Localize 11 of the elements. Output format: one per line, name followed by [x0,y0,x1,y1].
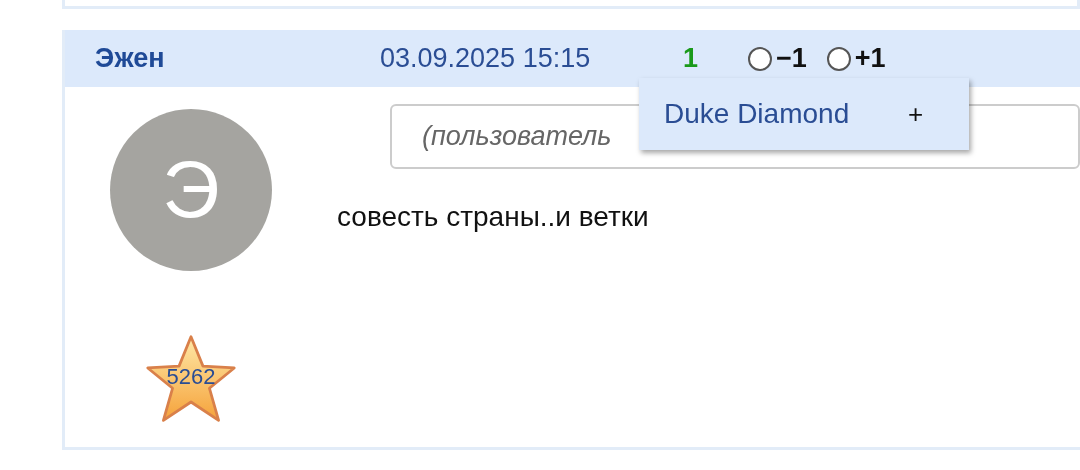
author-name[interactable]: Эжен [95,43,380,74]
user-name[interactable]: Duke Diamond [664,98,908,130]
rating-count: 5262 [165,364,217,390]
score: 1 [683,43,700,74]
vote-option[interactable]: +1 [826,43,886,74]
star-icon [145,333,237,425]
add-button[interactable]: + [908,98,924,130]
post-date: 03.09.2025 15:15 [380,43,592,74]
vote-option[interactable]: −1 [748,43,807,74]
post-text: совесть страны..и ветки [337,201,650,233]
avatar: Э [110,109,272,271]
